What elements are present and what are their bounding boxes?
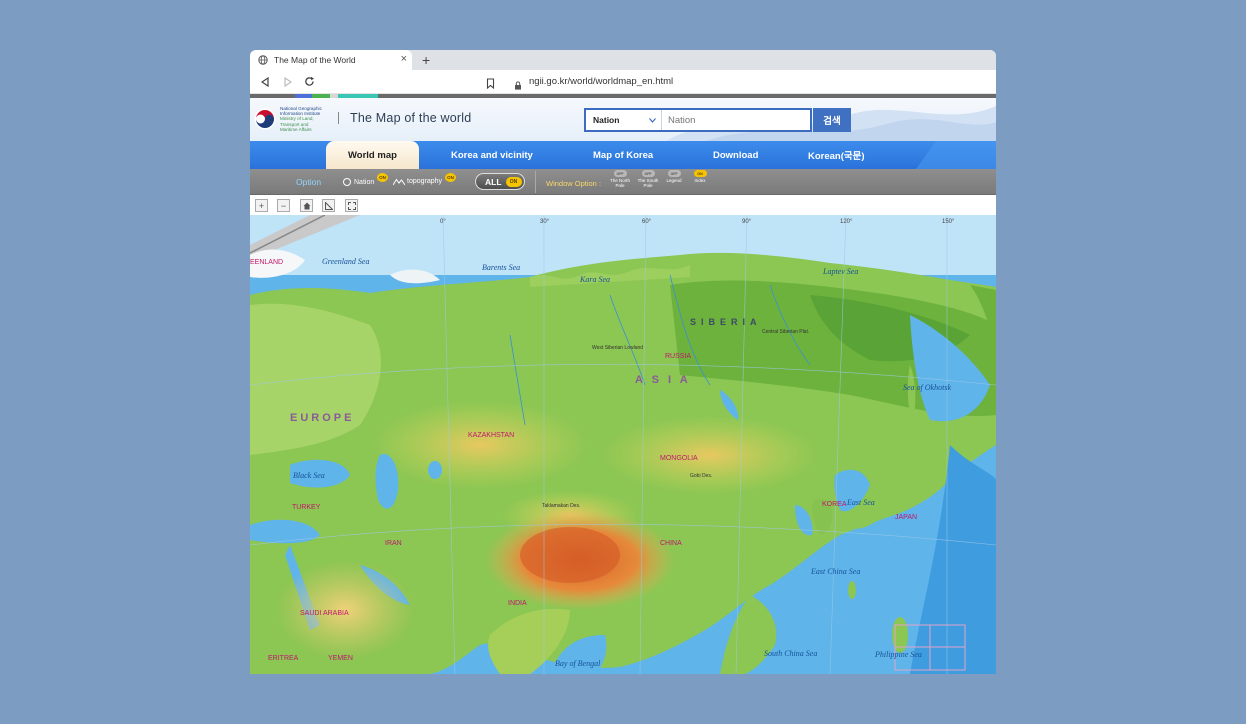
north-pole-toggle: OFF [613,170,627,177]
south-pole-toggle: OFF [641,170,655,177]
emblem-icon [254,108,276,130]
fullscreen-button[interactable] [345,199,358,212]
sea-label: Barents Sea [482,263,520,272]
nav-map-of-korea[interactable]: Map of Korea [593,141,653,169]
country-label: IRAN [385,540,402,547]
new-tab-button[interactable]: + [422,52,430,68]
country-label: TURKEY [292,504,321,511]
nav-korean[interactable]: Korean(국문) [808,141,865,169]
nav-korea-vicinity[interactable]: Korea and vicinity [451,141,533,169]
all-toggle[interactable]: ALL ON [475,173,525,190]
world-map[interactable]: 0° 30° 60° 90° 120° 150° Greenland Sea B… [250,215,996,674]
country-label: JAPAN [895,514,917,521]
sea-label: Sea of Okhotsk [903,383,951,392]
nav-world-map[interactable]: World map [326,141,419,169]
nation-option[interactable]: Nation [343,178,374,186]
tab-title: The Map of the World [274,55,356,65]
home-icon [303,202,310,209]
map-toolbar: + − [250,195,996,214]
home-button[interactable] [300,199,313,212]
index-option[interactable]: ON Index [685,170,715,183]
country-label: KAZAKHSTAN [468,432,514,439]
topography-option[interactable]: topography [393,178,442,185]
fullscreen-icon [347,201,356,210]
mountain-icon [393,178,405,185]
sea-label: Kara Sea [579,275,610,284]
country-label: INDIA [508,600,527,607]
longitude-label: 90° [742,219,752,225]
site-header: National Geographic Information Institut… [250,98,996,141]
sea-label: Laptev Sea [822,267,858,276]
place-label: West Siberian Lowland [592,345,643,351]
radio-icon [343,178,351,186]
place-label: Central Siberian Plat. [762,329,809,335]
index-toggle: ON [693,170,707,177]
back-icon[interactable] [254,71,276,93]
country-label: YEMEN [328,655,353,662]
region-label: EUROPE [290,412,354,424]
search-button[interactable]: 검색 [813,108,851,132]
region-label: SIBERIA [690,317,762,327]
option-divider [535,171,536,193]
legend-toggle: OFF [667,170,681,177]
country-label: ERITREA [268,655,299,662]
topography-on-badge: ON [445,173,456,182]
measure-button[interactable] [322,199,335,212]
sea-label: Philippine Sea [874,650,922,659]
globe-icon [258,55,268,65]
longitude-label: 0° [440,219,446,225]
longitude-label: 150° [942,219,955,225]
longitude-label: 120° [840,219,853,225]
country-label: CHINA [660,540,682,547]
option-label: Option [296,177,322,187]
search-input[interactable] [662,110,810,130]
search-category-select[interactable]: Nation [586,110,662,130]
main-nav: World map Korea and vicinity Map of Kore… [250,141,996,169]
north-pole-option[interactable]: OFF The North Pole [605,170,635,188]
address-bar: ngii.go.kr/world/worldmap_en.html [250,70,996,94]
header-divider [338,112,339,124]
zoom-in-button[interactable]: + [255,199,268,212]
lock-icon [514,77,522,95]
search-box: Nation [584,108,812,132]
bookmark-icon[interactable] [486,76,495,94]
sea-label: South China Sea [764,649,817,658]
place-label: Gobi Des. [690,473,712,479]
map-canvas[interactable]: 0° 30° 60° 90° 120° 150° Greenland Sea B… [250,215,996,674]
sea-label: East Sea [846,498,875,507]
browser-tab[interactable]: The Map of the World × [250,50,412,70]
close-tab-icon[interactable]: × [401,54,407,65]
country-label: RUSSIA [665,353,691,360]
sea-label: East China Sea [810,567,860,576]
country-label: SAUDI ARABIA [300,610,349,617]
org-name: National Geographic Information Institut… [280,106,322,132]
sea-label: Bay of Bengal [555,659,601,668]
country-label: KOREA [822,501,847,508]
nav-download[interactable]: Download [713,141,758,169]
country-label: EENLAND [250,259,283,266]
country-label: MONGOLIA [660,455,698,462]
longitude-label: 60° [642,219,652,225]
region-label: A S I A [635,374,691,386]
longitude-label: 30° [540,219,550,225]
sea-label: Black Sea [293,471,325,480]
place-label: Taklamakan Des. [542,503,580,509]
search-category-value: Nation [593,115,620,125]
tab-bar: The Map of the World × + [250,50,996,70]
site-logo[interactable]: National Geographic Information Institut… [254,106,332,132]
window-option-label: Window Option : [546,179,602,188]
option-bar: Option Nation ON topography ON ALL ON Wi… [250,169,996,195]
nation-on-badge: ON [377,173,388,182]
chevron-down-icon [649,117,656,123]
sea-label: Greenland Sea [322,257,369,266]
site-title: The Map of the world [350,111,472,125]
reload-icon[interactable] [298,71,320,93]
zoom-out-button[interactable]: − [277,199,290,212]
url-field[interactable]: ngii.go.kr/world/worldmap_en.html [529,76,673,87]
nav-decoration [916,141,996,169]
forward-icon[interactable] [276,71,298,93]
ruler-icon [324,201,333,210]
all-on-badge: ON [505,176,522,187]
